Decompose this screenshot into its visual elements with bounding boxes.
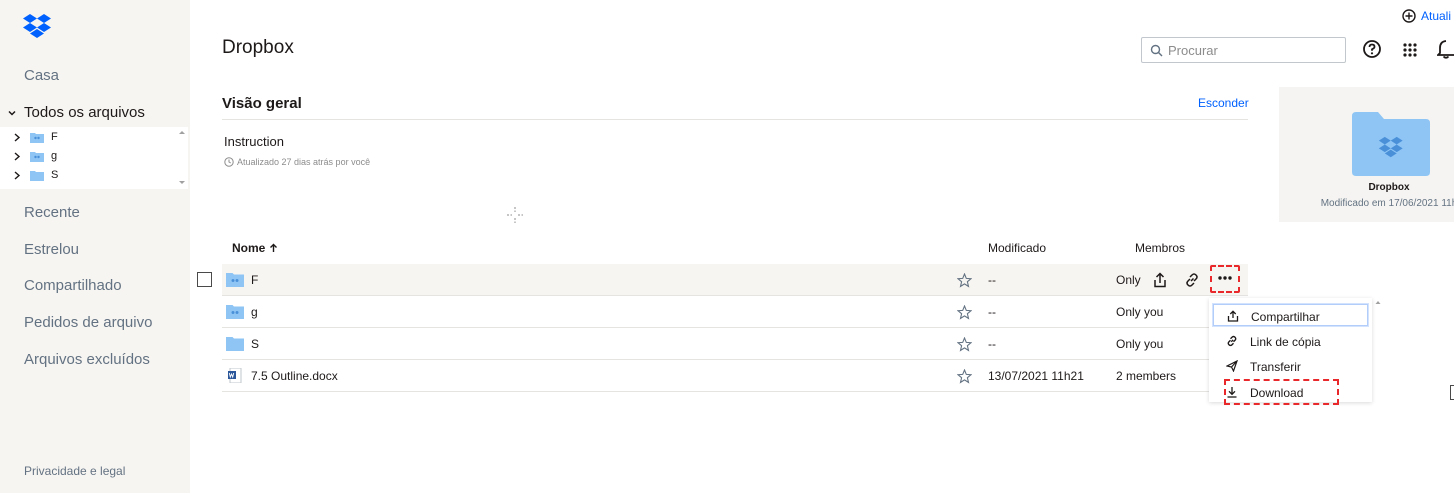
download-highlight — [1224, 379, 1339, 405]
share-icon[interactable] — [1152, 272, 1168, 288]
menu-item-label: Transferir — [1250, 360, 1301, 374]
shared-folder-icon — [226, 273, 244, 287]
nav-all-files[interactable]: Todos os arquivos — [24, 104, 145, 121]
search-icon — [1150, 44, 1163, 57]
chevron-right-icon[interactable] — [13, 133, 21, 142]
preview-card[interactable]: Dropbox Modificado em 17/06/2021 11h — [1279, 87, 1454, 222]
menu-scroll-up-icon[interactable] — [1374, 298, 1382, 306]
column-header-name[interactable]: Nome — [232, 241, 278, 255]
menu-item-transfer[interactable]: Transferir — [1213, 355, 1368, 377]
chevron-right-icon[interactable] — [13, 171, 21, 180]
help-icon[interactable] — [1362, 39, 1382, 59]
table-row[interactable]: S -- Only you — [222, 328, 1248, 360]
search-input[interactable] — [1168, 41, 1340, 59]
upgrade-label: Atuali — [1421, 9, 1452, 23]
tree-item-s[interactable]: S — [0, 166, 176, 185]
overview-updated-text: Atualizado 27 dias atrás por você — [237, 157, 371, 167]
file-modified: -- — [988, 337, 996, 351]
dropbox-folder-icon — [1352, 112, 1430, 176]
table-row[interactable]: F -- Only — [222, 264, 1248, 296]
dropbox-logo-icon[interactable] — [22, 13, 52, 39]
file-modified: -- — [988, 273, 996, 287]
more-options-button[interactable] — [1210, 265, 1240, 293]
shared-folder-icon — [226, 305, 244, 319]
file-members: Only — [1116, 273, 1141, 287]
tree-item-f[interactable]: F — [0, 128, 176, 147]
file-name[interactable]: g — [251, 305, 258, 319]
file-modified: -- — [988, 305, 996, 319]
table-row[interactable]: g -- Only you — [222, 296, 1248, 328]
menu-item-label: Compartilhar — [1251, 310, 1320, 324]
privacy-link[interactable]: Privacidade e legal — [24, 464, 125, 478]
file-members: 2 members — [1116, 369, 1177, 383]
upgrade-link[interactable]: Atuali — [1402, 9, 1451, 23]
column-header-members: Membros — [1135, 241, 1186, 255]
table-row[interactable]: 7.5 Outline.docx 13/07/2021 11h21 2 memb… — [222, 360, 1248, 392]
nav-file-requests[interactable]: Pedidos de arquivo — [24, 314, 152, 331]
menu-item-share[interactable]: Compartilhar — [1213, 304, 1368, 326]
sort-up-icon — [270, 243, 278, 252]
file-name[interactable]: S — [251, 337, 259, 351]
overview-updated: Atualizado 27 dias atrás por você — [224, 157, 370, 167]
folder-icon — [30, 171, 44, 181]
chevron-down-icon[interactable] — [6, 107, 18, 119]
tree-item-label: S — [51, 169, 59, 181]
file-name[interactable]: 7.5 Outline.docx — [251, 369, 338, 383]
more-icon — [1218, 276, 1232, 280]
tree-item-label: g — [51, 150, 58, 162]
hide-overview-link[interactable]: Esconder — [1198, 96, 1249, 110]
column-header-modified[interactable]: Modificado — [988, 241, 1046, 255]
folder-icon — [226, 337, 244, 351]
send-icon — [1226, 360, 1238, 372]
row-checkbox[interactable] — [197, 272, 212, 287]
divider — [222, 119, 1248, 120]
star-icon[interactable] — [957, 305, 972, 320]
file-members: Only you — [1116, 305, 1164, 319]
tree-scrollbar[interactable] — [176, 127, 188, 189]
star-icon[interactable] — [957, 337, 972, 352]
tree-item-g[interactable]: g — [0, 147, 176, 166]
cursor-crosshair-icon — [507, 207, 523, 223]
menu-item-label: Link de cópia — [1250, 335, 1321, 349]
apps-grid-icon[interactable] — [1400, 40, 1420, 60]
nav-starred[interactable]: Estrelou — [24, 241, 79, 258]
page-title: Dropbox — [222, 37, 294, 58]
shared-folder-icon — [30, 152, 44, 162]
tree-item-label: F — [51, 131, 58, 143]
folder-tree: F g S — [0, 127, 188, 189]
link-icon[interactable] — [1184, 272, 1200, 288]
bell-icon[interactable] — [1437, 39, 1454, 59]
resize-handle[interactable] — [1450, 385, 1454, 400]
clock-icon — [224, 157, 234, 167]
star-icon[interactable] — [957, 369, 972, 384]
search-box[interactable] — [1141, 37, 1346, 63]
menu-item-copy-link[interactable]: Link de cópia — [1213, 330, 1368, 352]
nav-deleted-files[interactable]: Arquivos excluídos — [24, 351, 150, 368]
star-icon[interactable] — [957, 273, 972, 288]
file-members: Only you — [1116, 337, 1164, 351]
nav-recent[interactable]: Recente — [24, 204, 80, 221]
chevron-right-icon[interactable] — [13, 152, 21, 161]
overview-description[interactable]: Instruction — [224, 134, 284, 149]
share-icon — [1227, 310, 1239, 322]
overview-title: Visão geral — [222, 95, 302, 112]
nav-shared[interactable]: Compartilhado — [24, 277, 122, 294]
nav-home[interactable]: Casa — [24, 67, 59, 84]
preview-name: Dropbox — [1368, 182, 1410, 193]
preview-modified: Modificado em 17/06/2021 11h — [1320, 198, 1454, 209]
upgrade-plus-icon — [1402, 9, 1416, 23]
column-header-name-label: Nome — [232, 241, 266, 255]
file-modified: 13/07/2021 11h21 — [988, 369, 1084, 383]
word-document-icon — [228, 368, 242, 383]
file-name[interactable]: F — [251, 273, 258, 287]
shared-folder-icon — [30, 133, 44, 143]
link-icon — [1227, 335, 1237, 347]
sidebar: Casa Todos os arquivos F g S Recente Est… — [0, 0, 190, 493]
